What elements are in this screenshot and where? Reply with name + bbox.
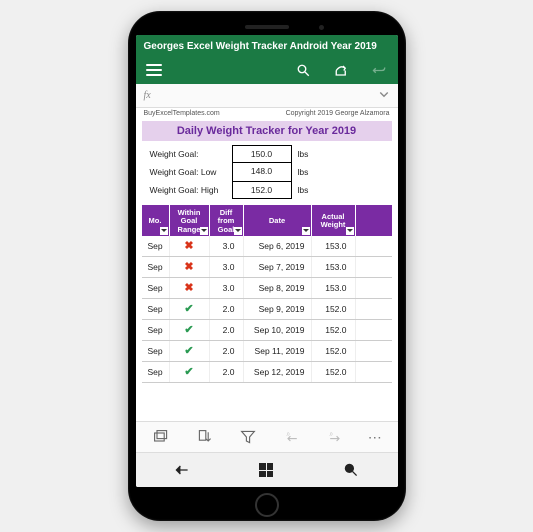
- home-button[interactable]: [255, 493, 279, 517]
- data-table: Mo. Within Goal Range Diff from Goal Dat…: [142, 205, 392, 383]
- col-date[interactable]: Date: [244, 205, 312, 236]
- share-icon[interactable]: [334, 62, 350, 78]
- meta-right: Copyright 2019 George Alzamora: [286, 110, 390, 117]
- back-icon[interactable]: [172, 461, 192, 479]
- undo-icon[interactable]: [372, 62, 388, 78]
- cell-date[interactable]: Sep 10, 2019: [244, 320, 312, 340]
- cell-within[interactable]: ✔: [170, 320, 210, 340]
- table-row[interactable]: Sep✖3.0Sep 8, 2019153.0: [142, 278, 392, 299]
- screen: Georges Excel Weight Tracker Android Yea…: [136, 35, 398, 487]
- cell-date[interactable]: Sep 11, 2019: [244, 341, 312, 361]
- svg-text:.0: .0: [285, 431, 289, 437]
- cell-within[interactable]: ✖: [170, 257, 210, 277]
- cell-month[interactable]: Sep: [142, 362, 170, 382]
- goal-label: Weight Goal: Low: [142, 167, 232, 177]
- phone-speaker: [245, 25, 289, 29]
- cell-weight[interactable]: 152.0: [312, 299, 356, 319]
- goal-row: Weight Goal: Low 148.0 lbs: [142, 163, 392, 181]
- cell-month[interactable]: Sep: [142, 236, 170, 256]
- cell-month[interactable]: Sep: [142, 341, 170, 361]
- formula-bar[interactable]: fx: [136, 84, 398, 108]
- cell-within[interactable]: ✖: [170, 278, 210, 298]
- cell-date[interactable]: Sep 7, 2019: [244, 257, 312, 277]
- goals-block: Weight Goal: 150.0 lbs Weight Goal: Low …: [142, 145, 392, 199]
- col-actual[interactable]: Actual Weight: [312, 205, 356, 236]
- nav-search-icon[interactable]: [341, 461, 361, 479]
- cell-weight[interactable]: 153.0: [312, 236, 356, 256]
- col-diff[interactable]: Diff from Goal: [210, 205, 244, 236]
- search-icon[interactable]: [296, 62, 312, 78]
- cell-date[interactable]: Sep 6, 2019: [244, 236, 312, 256]
- cell-weight[interactable]: 153.0: [312, 257, 356, 277]
- phone-camera: [319, 25, 324, 30]
- cell-within[interactable]: ✔: [170, 341, 210, 361]
- cell-within[interactable]: ✖: [170, 236, 210, 256]
- cell-within[interactable]: ✔: [170, 299, 210, 319]
- cell-weight[interactable]: 153.0: [312, 278, 356, 298]
- goal-row: Weight Goal: High 152.0 lbs: [142, 181, 392, 199]
- cell-month[interactable]: Sep: [142, 257, 170, 277]
- cell-month[interactable]: Sep: [142, 299, 170, 319]
- table-row[interactable]: Sep✖3.0Sep 6, 2019153.0: [142, 236, 392, 257]
- cell-date[interactable]: Sep 8, 2019: [244, 278, 312, 298]
- goal-unit: lbs: [292, 149, 309, 159]
- cell-month[interactable]: Sep: [142, 320, 170, 340]
- cell-weight[interactable]: 152.0: [312, 341, 356, 361]
- cell-diff[interactable]: 2.0: [210, 341, 244, 361]
- cell-diff[interactable]: 2.0: [210, 362, 244, 382]
- fx-label: fx: [144, 90, 151, 101]
- decimal-left-icon[interactable]: .0: [281, 428, 303, 446]
- sheet-title: Daily Weight Tracker for Year 2019: [142, 121, 392, 141]
- goal-unit: lbs: [292, 167, 309, 177]
- goal-value[interactable]: 152.0: [232, 181, 292, 199]
- table-header: Mo. Within Goal Range Diff from Goal Dat…: [142, 205, 392, 236]
- more-icon[interactable]: ⋯: [368, 429, 383, 446]
- sort-icon[interactable]: [194, 428, 216, 446]
- cell-diff[interactable]: 3.0: [210, 257, 244, 277]
- cell-diff[interactable]: 3.0: [210, 236, 244, 256]
- cell-diff[interactable]: 3.0: [210, 278, 244, 298]
- col-within[interactable]: Within Goal Range: [170, 205, 210, 236]
- goal-value[interactable]: 150.0: [232, 145, 292, 163]
- table-row[interactable]: Sep✔2.0Sep 11, 2019152.0: [142, 341, 392, 362]
- app-title: Georges Excel Weight Tracker Android Yea…: [136, 35, 398, 58]
- cell-date[interactable]: Sep 12, 2019: [244, 362, 312, 382]
- phone-frame: Georges Excel Weight Tracker Android Yea…: [128, 11, 406, 521]
- cell-weight[interactable]: 152.0: [312, 320, 356, 340]
- goal-value[interactable]: 148.0: [232, 163, 292, 181]
- windows-icon[interactable]: [256, 461, 276, 479]
- chevron-down-icon[interactable]: [378, 88, 390, 103]
- goal-row: Weight Goal: 150.0 lbs: [142, 145, 392, 163]
- meta-left: BuyExcelTemplates.com: [144, 110, 220, 117]
- table-row[interactable]: Sep✔2.0Sep 12, 2019152.0: [142, 362, 392, 383]
- table-row[interactable]: Sep✖3.0Sep 7, 2019153.0: [142, 257, 392, 278]
- meta-row: BuyExcelTemplates.com Copyright 2019 Geo…: [136, 108, 398, 119]
- goal-unit: lbs: [292, 185, 309, 195]
- goal-label: Weight Goal:: [142, 149, 232, 159]
- cell-diff[interactable]: 2.0: [210, 299, 244, 319]
- svg-text:.0: .0: [329, 431, 333, 437]
- toolbar: [136, 58, 398, 84]
- cell-month[interactable]: Sep: [142, 278, 170, 298]
- sheets-icon[interactable]: [150, 428, 172, 446]
- nav-bar: [136, 452, 398, 487]
- col-month[interactable]: Mo.: [142, 205, 170, 236]
- cell-date[interactable]: Sep 9, 2019: [244, 299, 312, 319]
- goal-label: Weight Goal: High: [142, 185, 232, 195]
- menu-icon[interactable]: [146, 64, 162, 76]
- filter-icon[interactable]: [237, 428, 259, 446]
- table-row[interactable]: Sep✔2.0Sep 9, 2019152.0: [142, 299, 392, 320]
- bottom-toolbar: .0 .0 ⋯: [136, 421, 398, 452]
- table-row[interactable]: Sep✔2.0Sep 10, 2019152.0: [142, 320, 392, 341]
- spreadsheet[interactable]: BuyExcelTemplates.com Copyright 2019 Geo…: [136, 108, 398, 421]
- cell-diff[interactable]: 2.0: [210, 320, 244, 340]
- cell-weight[interactable]: 152.0: [312, 362, 356, 382]
- cell-within[interactable]: ✔: [170, 362, 210, 382]
- decimal-right-icon[interactable]: .0: [324, 428, 346, 446]
